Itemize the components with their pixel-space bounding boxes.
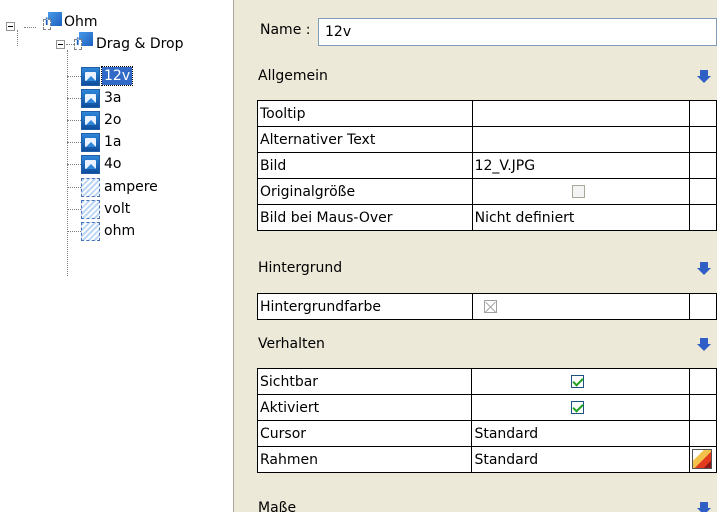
property-extra: [689, 420, 717, 447]
tree-item-label[interactable]: ohm: [104, 222, 135, 240]
property-extra[interactable]: [689, 446, 717, 473]
property-row[interactable]: Cursor Standard: [256, 420, 717, 447]
hotspot-area-icon: [81, 222, 100, 241]
panel-splitter[interactable]: [233, 0, 248, 512]
property-extra: [689, 178, 717, 205]
collapse-toggle-icon[interactable]: [56, 40, 65, 49]
property-label: Hintergrundfarbe: [257, 293, 473, 320]
section-title: Allgemein: [258, 68, 328, 84]
tree-item-label[interactable]: ampere: [104, 178, 158, 196]
section-header-masse[interactable]: Maße: [248, 494, 717, 512]
section-title: Hintergrund: [258, 260, 343, 276]
collapse-arrow-icon[interactable]: [697, 70, 711, 84]
tree-item-label[interactable]: volt: [104, 200, 130, 218]
tree-line: [24, 27, 36, 28]
hotspot-area-icon: [81, 178, 100, 197]
image-icon: [81, 111, 100, 130]
image-icon: [81, 67, 100, 86]
property-extra: [689, 394, 717, 421]
section-title: Maße: [258, 500, 297, 512]
tree-line: [17, 30, 18, 46]
property-row[interactable]: Aktiviert: [256, 394, 717, 421]
image-icon: [81, 155, 100, 174]
property-value[interactable]: Standard: [471, 420, 691, 447]
property-value[interactable]: 12_V.JPG: [471, 152, 691, 179]
property-grid-verhalten: Sichtbar Aktiviert Cursor Standard Rahme…: [256, 368, 717, 473]
property-label: Bild: [257, 152, 473, 179]
tree-item-label[interactable]: 2o: [104, 111, 121, 129]
property-grid-hintergrund: Hintergrundfarbe: [257, 293, 717, 320]
component-icon: [73, 32, 93, 50]
hotspot-area-icon: [81, 200, 100, 219]
section-header-hintergrund[interactable]: Hintergrund: [248, 254, 717, 284]
tree-node-label[interactable]: Drag & Drop: [96, 35, 184, 53]
property-row[interactable]: Originalgröße: [257, 178, 717, 205]
property-row[interactable]: Bild 12_V.JPG: [257, 152, 717, 179]
property-label: Tooltip: [257, 100, 473, 127]
property-value[interactable]: [471, 178, 691, 205]
section-header-verhalten[interactable]: Verhalten: [248, 330, 717, 360]
property-value[interactable]: [471, 126, 691, 153]
collapse-arrow-icon[interactable]: [697, 262, 711, 276]
name-input[interactable]: [318, 18, 717, 46]
tree-line: [67, 50, 68, 276]
property-label: Bild bei Maus-Over: [257, 204, 473, 231]
property-extra: [689, 126, 717, 153]
property-row[interactable]: Rahmen Standard: [256, 446, 717, 473]
properties-panel: Name : Allgemein Tooltip Alternativer Te…: [248, 0, 717, 512]
component-icon: [42, 12, 62, 30]
property-extra: [689, 152, 717, 179]
property-value[interactable]: [471, 394, 691, 421]
property-extra: [689, 368, 717, 395]
property-value[interactable]: [471, 293, 691, 320]
visible-checkbox[interactable]: [571, 375, 585, 388]
property-row[interactable]: Sichtbar: [256, 368, 717, 395]
original-size-checkbox[interactable]: [571, 185, 585, 198]
tree-node-label[interactable]: Ohm: [64, 13, 98, 31]
tree-item-label[interactable]: 1a: [104, 133, 122, 151]
property-row[interactable]: Tooltip: [257, 100, 717, 127]
no-color-icon[interactable]: [483, 300, 497, 313]
property-value[interactable]: [471, 368, 691, 395]
section-title: Verhalten: [258, 336, 325, 352]
collapse-toggle-icon[interactable]: [6, 22, 15, 31]
property-label: Aktiviert: [256, 394, 473, 421]
property-label: Sichtbar: [256, 368, 473, 395]
tree-item-label[interactable]: 12v: [100, 66, 134, 86]
section-header-allgemein[interactable]: Allgemein: [248, 62, 717, 92]
property-value[interactable]: [471, 100, 691, 127]
property-label: Cursor: [256, 420, 473, 447]
collapse-arrow-icon[interactable]: [697, 338, 711, 352]
component-tree[interactable]: Ohm Drag & Drop 12v 3a 2o 1a 4o ampere v…: [0, 0, 233, 512]
image-icon: [81, 89, 100, 108]
image-icon: [81, 133, 100, 152]
property-extra: [689, 100, 717, 127]
tree-item-label[interactable]: 4o: [104, 155, 121, 173]
name-label: Name :: [260, 22, 311, 38]
property-row[interactable]: Alternativer Text: [257, 126, 717, 153]
property-value[interactable]: Standard: [471, 446, 691, 473]
property-extra: [689, 204, 717, 231]
property-value[interactable]: Nicht definiert: [471, 204, 691, 231]
property-extra: [689, 293, 717, 320]
property-grid-allgemein: Tooltip Alternativer Text Bild 12_V.JPG …: [257, 100, 717, 231]
name-row: Name :: [248, 14, 717, 52]
property-row[interactable]: Hintergrundfarbe: [257, 293, 717, 320]
property-label: Alternativer Text: [257, 126, 473, 153]
property-label: Rahmen: [256, 446, 473, 473]
property-row[interactable]: Bild bei Maus-Over Nicht definiert: [257, 204, 717, 231]
collapse-arrow-icon[interactable]: [697, 502, 711, 512]
tree-item-label[interactable]: 3a: [104, 89, 122, 107]
enabled-checkbox[interactable]: [571, 401, 585, 414]
property-label: Originalgröße: [257, 178, 473, 205]
border-style-editor-icon[interactable]: [692, 449, 713, 469]
